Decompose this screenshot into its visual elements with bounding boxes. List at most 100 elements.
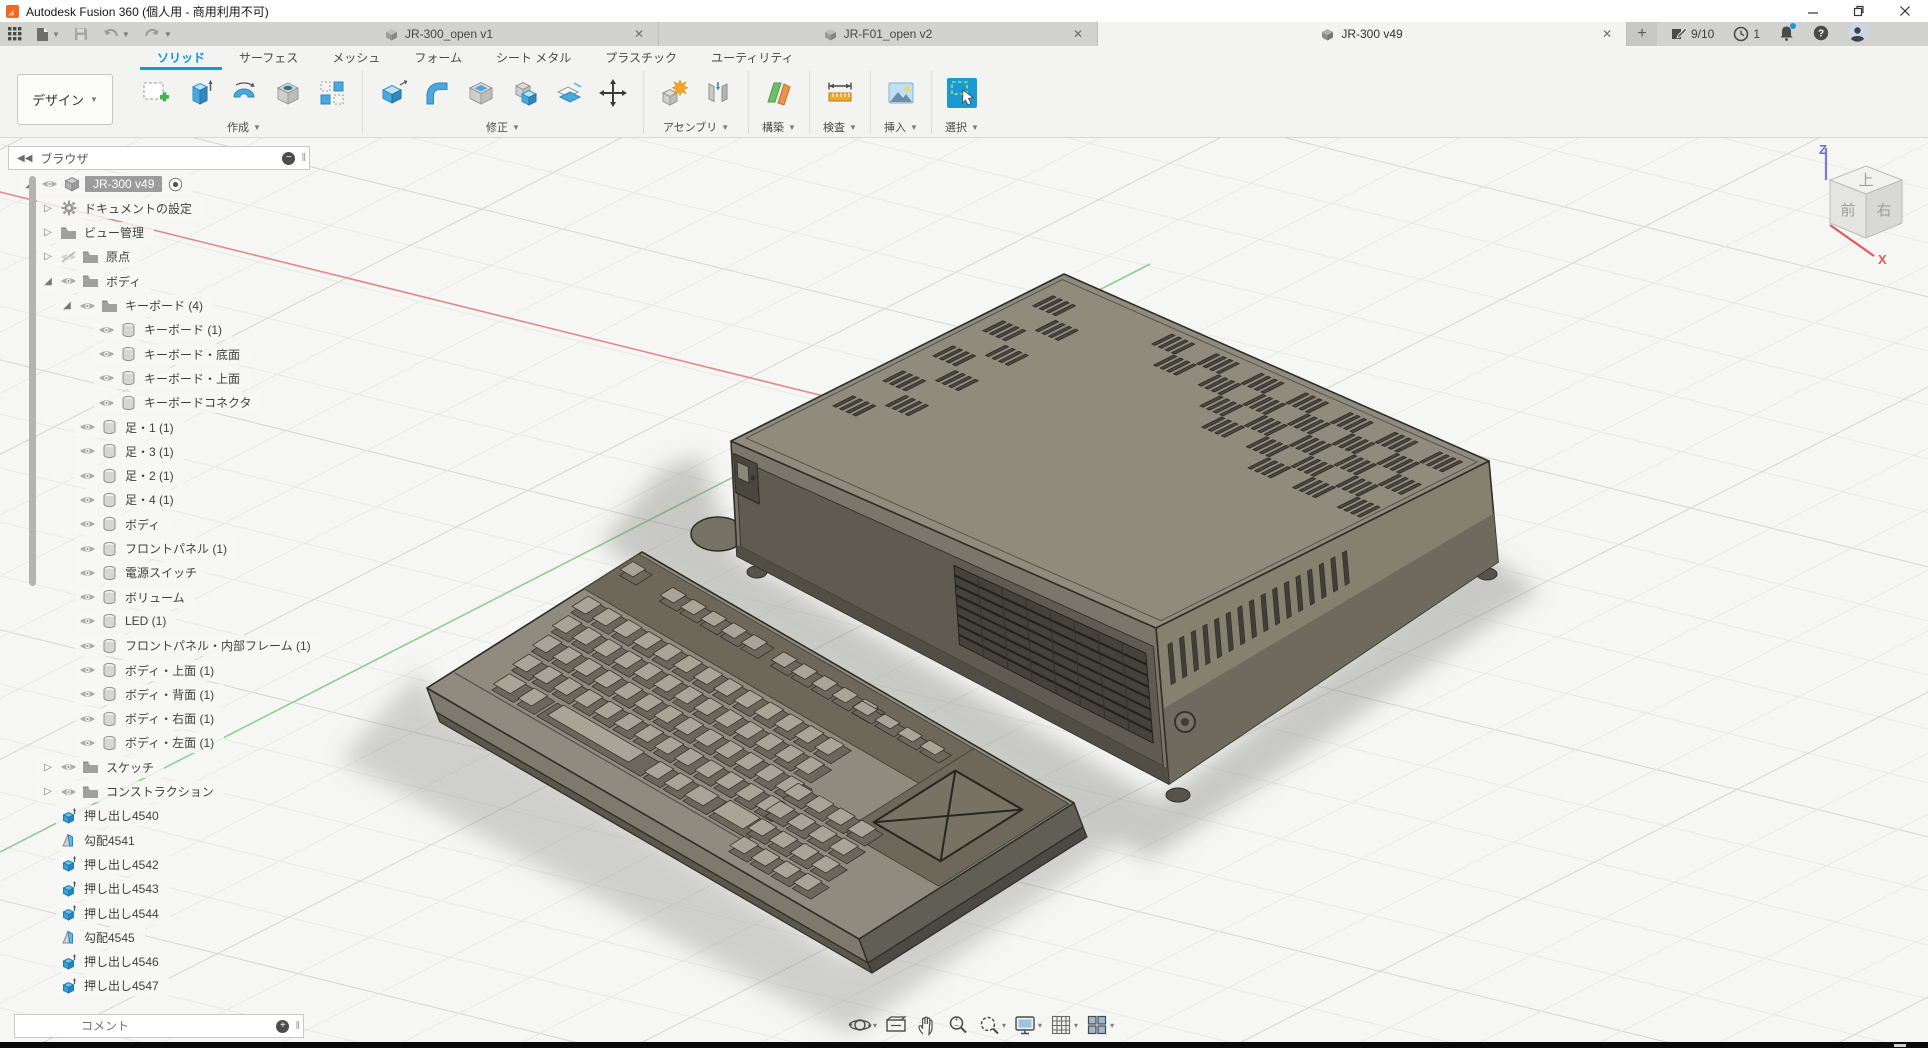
browser-tree-row[interactable]: ▷ビュー管理 — [37, 222, 154, 244]
browser-tree-row[interactable]: 押し出し4547 — [56, 975, 169, 997]
browser-tree-row[interactable]: フロントパネル (1) — [75, 538, 237, 560]
close-button[interactable] — [1882, 0, 1928, 22]
shell-icon[interactable] — [461, 71, 501, 115]
visibility-eye-icon[interactable] — [98, 370, 115, 386]
browser-tree-row[interactable]: 押し出し4542 — [56, 853, 169, 875]
visibility-eye-icon[interactable] — [79, 468, 96, 484]
browser-tree-row[interactable]: ボディ・右面 (1) — [75, 708, 224, 730]
visibility-eye-off-icon[interactable] — [60, 249, 77, 265]
visibility-eye-icon[interactable] — [79, 613, 96, 629]
browser-tree-row[interactable]: LED (1) — [75, 610, 176, 632]
browser-tree-row[interactable]: ◢キーボード (4) — [56, 295, 213, 317]
group-label-insert[interactable]: 挿入▼ — [884, 119, 918, 135]
revolve-icon[interactable] — [224, 71, 264, 115]
expand-toggle-icon[interactable]: ◢ — [41, 276, 55, 287]
visibility-eye-icon[interactable] — [79, 419, 96, 435]
redo-icon[interactable]: ▼ — [144, 28, 172, 41]
ribbon-tab-sheetmetal[interactable]: シート メタル — [479, 46, 588, 67]
move-icon[interactable] — [593, 71, 633, 115]
zoom-window-icon[interactable]: ▾ — [975, 1012, 1008, 1038]
collapse-toggle-icon[interactable]: ▷ — [41, 203, 55, 214]
browser-options-icon[interactable]: − — [282, 152, 295, 165]
orbit-icon[interactable]: ▾ — [846, 1012, 879, 1038]
notifications-button[interactable]: 1 — [1733, 26, 1760, 42]
display-settings-icon[interactable]: ▾ — [1011, 1012, 1044, 1038]
combine-icon[interactable] — [505, 71, 545, 115]
help-button[interactable]: ? — [1813, 25, 1829, 44]
viewports-icon[interactable]: ▾ — [1083, 1012, 1116, 1038]
visibility-eye-icon[interactable] — [79, 735, 96, 751]
visibility-eye-icon[interactable] — [98, 322, 115, 338]
browser-tree-row[interactable]: キーボード・上面 — [94, 367, 250, 389]
group-label-modify[interactable]: 修正▼ — [486, 119, 520, 135]
tab-close-icon[interactable]: ✕ — [1073, 27, 1083, 41]
job-status-button[interactable]: 9/10 — [1671, 27, 1714, 41]
workspace-selector[interactable]: デザイン ▼ — [17, 74, 113, 125]
browser-tree-row[interactable]: ◢JR-300 v49 — [18, 173, 192, 195]
browser-tree-row[interactable]: 足・3 (1) — [75, 440, 184, 462]
tab-close-icon[interactable]: ✕ — [1602, 27, 1612, 41]
group-label-inspect[interactable]: 検査▼ — [823, 119, 857, 135]
collapse-toggle-icon[interactable]: ▷ — [41, 227, 55, 238]
visibility-eye-icon[interactable] — [79, 662, 96, 678]
ribbon-tab-mesh[interactable]: メッシュ — [315, 46, 397, 67]
restore-button[interactable] — [1836, 0, 1882, 22]
measure-icon[interactable] — [820, 71, 860, 115]
ribbon-tab-utility[interactable]: ユーティリティ — [694, 46, 811, 67]
group-label-create[interactable]: 作成▼ — [227, 119, 261, 135]
browser-tree-row[interactable]: 電源スイッチ — [75, 562, 207, 584]
collapse-toggle-icon[interactable]: ▷ — [41, 786, 55, 797]
comment-bar[interactable]: + ‖ — [14, 1014, 304, 1038]
browser-tree-row[interactable]: 押し出し4546 — [56, 951, 169, 973]
save-icon[interactable] — [74, 27, 88, 41]
collapse-panel-icon[interactable]: ◀◀ — [17, 153, 32, 164]
file-menu-icon[interactable]: ▼ — [36, 27, 60, 42]
panel-grip-icon[interactable]: ‖ — [295, 1020, 300, 1032]
doc-tab-jrf01-open[interactable]: JR-F01_open v2 ✕ — [659, 22, 1098, 46]
browser-tree-row[interactable]: キーボード (1) — [94, 319, 232, 341]
visibility-eye-icon[interactable] — [60, 784, 77, 800]
comment-input[interactable] — [79, 1018, 253, 1034]
new-component-icon[interactable] — [654, 71, 694, 115]
create-sketch-icon[interactable] — [136, 71, 176, 115]
zoom-icon[interactable]: +− — [944, 1012, 972, 1038]
visibility-eye-icon[interactable] — [79, 492, 96, 508]
browser-tree-row[interactable]: ボディ・左面 (1) — [75, 732, 224, 754]
visibility-eye-icon[interactable] — [60, 759, 77, 775]
browser-panel-header[interactable]: ◀◀ ブラウザ − ‖ — [8, 146, 310, 170]
grid-settings-icon[interactable]: ▾ — [1047, 1012, 1080, 1038]
browser-tree-row[interactable]: ▷原点 — [37, 246, 140, 268]
select-icon[interactable] — [942, 71, 982, 115]
app-grid-icon[interactable] — [8, 27, 22, 41]
account-button[interactable] — [1848, 23, 1867, 45]
doc-tab-jr300-active[interactable]: JR-300 v49 ✕ — [1098, 22, 1627, 46]
hole-icon[interactable] — [268, 71, 308, 115]
ribbon-tab-solid[interactable]: ソリッド — [140, 46, 222, 70]
browser-tree-row[interactable]: ▷ドキュメントの設定 — [37, 197, 202, 219]
group-label-construct[interactable]: 構築▼ — [762, 119, 796, 135]
insert-image-icon[interactable] — [881, 71, 921, 115]
browser-tree-row[interactable]: 足・1 (1) — [75, 416, 184, 438]
minimize-button[interactable] — [1790, 0, 1836, 22]
browser-tree-row[interactable]: 勾配4541 — [56, 829, 145, 851]
fillet-icon[interactable] — [417, 71, 457, 115]
expand-toggle-icon[interactable]: ◢ — [60, 300, 74, 311]
browser-tree-row[interactable]: 押し出し4543 — [56, 878, 169, 900]
extrude-icon[interactable] — [180, 71, 220, 115]
browser-tree-row[interactable]: キーボード・底面 — [94, 343, 250, 365]
browser-tree-row[interactable]: ボディ・背面 (1) — [75, 683, 224, 705]
ribbon-tab-form[interactable]: フォーム — [397, 46, 479, 67]
pattern-icon[interactable] — [312, 71, 352, 115]
activate-radio-icon[interactable] — [167, 176, 184, 192]
visibility-eye-icon[interactable] — [79, 516, 96, 532]
browser-tree-row[interactable]: 足・4 (1) — [75, 489, 184, 511]
visibility-eye-icon[interactable] — [79, 565, 96, 581]
undo-icon[interactable]: ▼ — [102, 28, 130, 41]
tab-close-icon[interactable]: ✕ — [634, 27, 644, 41]
visibility-eye-icon[interactable] — [79, 711, 96, 727]
group-label-assemble[interactable]: アセンブリ▼ — [663, 119, 729, 135]
pan-icon[interactable] — [913, 1012, 941, 1038]
visibility-eye-icon[interactable] — [41, 176, 58, 192]
browser-tree-row[interactable]: ▷スケッチ — [37, 756, 164, 778]
browser-tree-row[interactable]: 足・2 (1) — [75, 465, 184, 487]
